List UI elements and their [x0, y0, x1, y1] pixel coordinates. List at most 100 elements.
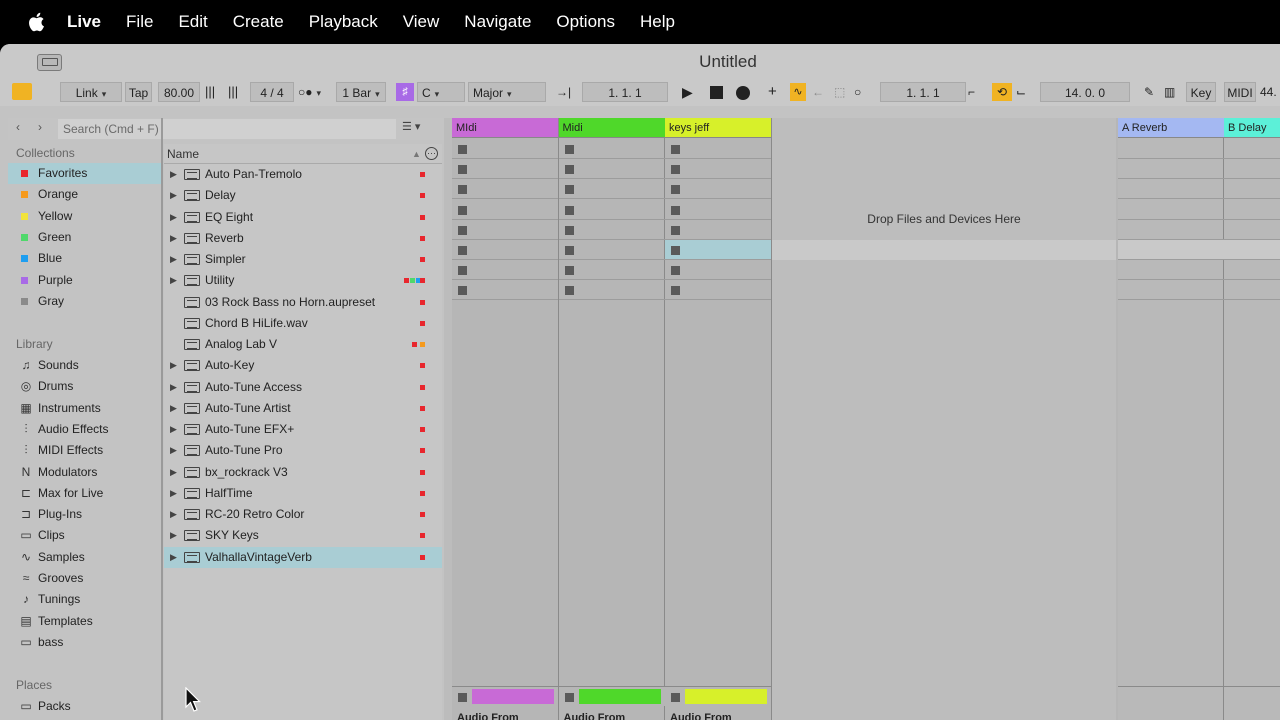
browser-item[interactable]: ▶ Auto-Tune Access [164, 377, 442, 398]
stop-all-icon[interactable] [671, 693, 680, 702]
collection-item[interactable]: Gray [8, 291, 161, 312]
capture-icon[interactable]: ⬚ [834, 82, 850, 102]
browser-item[interactable]: 03 Rock Bass no Horn.aupreset [164, 292, 442, 313]
clip-stop-icon[interactable] [458, 165, 467, 175]
collection-item[interactable]: Green [8, 227, 161, 248]
apple-icon[interactable] [27, 12, 45, 32]
browser-item[interactable]: ▶ Reverb [164, 228, 442, 249]
menu-navigate[interactable]: Navigate [464, 12, 531, 32]
punch-out-icon[interactable]: ⌙ [1016, 82, 1036, 102]
follow-icon[interactable]: →| [556, 82, 578, 102]
add-icon[interactable]: + [768, 82, 784, 102]
clip-slot[interactable] [558, 240, 665, 260]
clip-slot[interactable] [665, 179, 771, 200]
midi-map-button[interactable]: MIDI [1224, 82, 1256, 102]
loop-switch-icon[interactable]: ⟲ [992, 83, 1012, 101]
clip-slot[interactable] [452, 159, 558, 180]
computer-keyboard-icon[interactable]: ▥ [1164, 82, 1184, 102]
track-title[interactable]: MIdi [452, 118, 558, 138]
clip-slot[interactable] [558, 220, 665, 240]
clip-stop-icon[interactable] [671, 165, 680, 175]
library-item[interactable]: ∿ Samples [8, 547, 161, 568]
expand-triangle-icon[interactable]: ▶ [170, 377, 177, 398]
library-item[interactable]: ▦ Instruments [8, 398, 161, 419]
browser-item[interactable]: ▶ Auto-Tune Pro [164, 440, 442, 461]
back-to-arrangement-icon[interactable]: ← [812, 82, 828, 102]
clip-slot[interactable] [452, 200, 558, 220]
browser-item[interactable]: ▶ ValhallaVintageVerb [164, 546, 442, 568]
quantize-dropdown[interactable]: 1 Bar [336, 82, 386, 102]
clip-stop-icon[interactable] [671, 286, 680, 296]
library-item[interactable]: ♫ Sounds [8, 355, 161, 376]
expand-triangle-icon[interactable]: ▶ [170, 398, 177, 419]
browser-item[interactable]: ▶ RC-20 Retro Color [164, 504, 442, 525]
clip-slot[interactable] [558, 280, 665, 301]
library-item[interactable]: ⊐ Plug-Ins [8, 504, 161, 525]
expand-triangle-icon[interactable]: ▶ [170, 228, 177, 249]
expand-triangle-icon[interactable]: ▶ [170, 462, 177, 483]
browser-item[interactable]: ▶ Simpler [164, 249, 442, 270]
clip-stop-icon[interactable] [564, 165, 574, 175]
stop-all-icon[interactable] [458, 693, 467, 702]
sidebar-divider[interactable] [161, 118, 163, 720]
nudge-down-icon[interactable]: ||| [205, 82, 223, 102]
drop-zone[interactable]: Drop Files and Devices Here [772, 118, 1116, 720]
record-icon[interactable] [736, 86, 750, 100]
library-item[interactable]: ⫶ Audio Effects [8, 419, 161, 440]
clip-slot[interactable] [665, 260, 771, 281]
collection-item[interactable]: Favorites [8, 163, 161, 184]
clip-stop-icon[interactable] [671, 185, 680, 195]
more-options-icon[interactable]: ··· [425, 147, 438, 160]
browser-item[interactable]: ▶ bx_rockrack V3 [164, 462, 442, 483]
return-title[interactable]: A Reverb [1118, 118, 1224, 138]
forward-arrow-icon[interactable]: › [38, 120, 42, 134]
browser-item[interactable]: ▶ SKY Keys [164, 525, 442, 546]
clip-stop-icon[interactable] [671, 205, 680, 215]
clip-slot[interactable] [665, 200, 771, 220]
session-record-icon[interactable]: ○ [854, 82, 870, 102]
browser-divider[interactable] [444, 118, 452, 720]
expand-triangle-icon[interactable]: ▶ [170, 164, 177, 185]
menu-view[interactable]: View [403, 12, 440, 32]
clip-stop-icon[interactable] [564, 205, 574, 215]
expand-triangle-icon[interactable]: ▶ [170, 249, 177, 270]
browser-item[interactable]: ▶ Auto-Tune Artist [164, 398, 442, 419]
track-title[interactable]: Midi [558, 118, 665, 138]
library-item[interactable]: N Modulators [8, 462, 161, 483]
clip-stop-icon[interactable] [458, 205, 467, 215]
library-item[interactable]: ▤ Templates [8, 611, 161, 632]
menu-help[interactable]: Help [640, 12, 675, 32]
expand-triangle-icon[interactable]: ▶ [170, 547, 177, 568]
metronome-icon[interactable]: ○● [298, 82, 332, 102]
browser-item[interactable]: ▶ EQ Eight [164, 207, 442, 228]
draw-mode-icon[interactable]: ✎ [1144, 82, 1160, 102]
back-arrow-icon[interactable]: ‹ [16, 120, 20, 134]
clip-stop-icon[interactable] [564, 145, 574, 154]
menu-edit[interactable]: Edit [178, 12, 207, 32]
key-dropdown[interactable]: C [417, 82, 465, 102]
library-item[interactable]: ◎ Drums [8, 376, 161, 397]
clip-stop-icon[interactable] [458, 225, 467, 235]
tempo-field[interactable]: 80.00 [158, 82, 200, 102]
clip-slot[interactable] [558, 139, 665, 159]
clip-slot[interactable] [452, 280, 558, 301]
library-item[interactable]: ♪ Tunings [8, 589, 161, 610]
expand-triangle-icon[interactable]: ▶ [170, 270, 177, 291]
clip-slot[interactable] [665, 139, 771, 159]
browser-toggle-icon[interactable] [12, 83, 32, 100]
clip-slot[interactable] [665, 280, 771, 301]
browser-item[interactable]: ▶ Auto-Tune EFX+ [164, 419, 442, 440]
clip-stop-icon[interactable] [671, 225, 680, 235]
menu-playback[interactable]: Playback [309, 12, 378, 32]
clip-slot[interactable] [452, 220, 558, 240]
stop-icon[interactable] [710, 86, 723, 99]
loop-start-field[interactable]: 1. 1. 1 [880, 82, 966, 102]
browser-item[interactable]: ▶ Auto-Key [164, 355, 442, 376]
punch-in-icon[interactable]: ⌐ [968, 82, 988, 102]
loop-length-field[interactable]: 14. 0. 0 [1040, 82, 1130, 102]
clip-slot[interactable] [452, 179, 558, 200]
clip-slot[interactable] [452, 260, 558, 281]
clip-stop-icon[interactable] [564, 286, 574, 296]
library-item[interactable]: ≈ Grooves [8, 568, 161, 589]
clip-stop-icon[interactable] [564, 266, 574, 276]
